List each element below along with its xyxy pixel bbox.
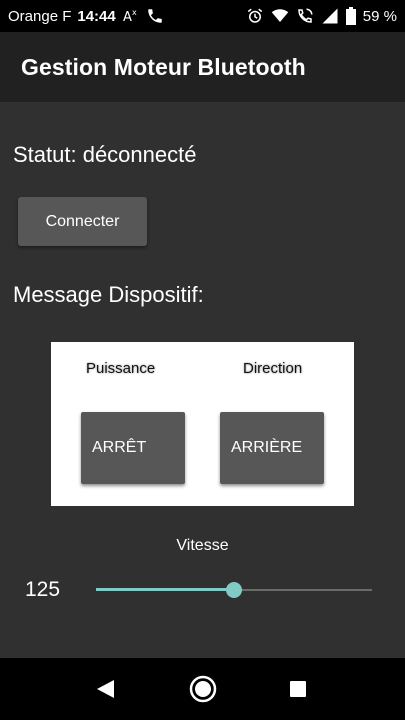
power-toggle-button[interactable]: ARRÊT [81, 412, 185, 484]
speed-value: 125 [25, 578, 61, 601]
alarm-icon [246, 7, 264, 25]
slider-thumb[interactable] [226, 582, 242, 598]
navigation-bar [0, 658, 405, 720]
recent-apps-icon[interactable] [283, 674, 313, 704]
back-icon[interactable] [90, 674, 120, 704]
translate-icon: Ax [122, 7, 140, 25]
wifi-icon [271, 7, 289, 25]
direction-toggle-button[interactable]: ARRIÈRE [220, 412, 324, 484]
app-title: Gestion Moteur Bluetooth [21, 53, 306, 80]
main-content: Statut: déconnecté Connecter Message Dis… [0, 102, 405, 658]
connect-button[interactable]: Connecter [18, 197, 147, 246]
phone-icon [146, 7, 164, 25]
speed-label: Vitesse [176, 537, 229, 554]
slider-fill [96, 588, 234, 591]
app-bar: Gestion Moteur Bluetooth [0, 32, 405, 102]
svg-text:A: A [123, 10, 132, 25]
wifi-call-icon [296, 7, 314, 25]
svg-text:x: x [132, 8, 137, 17]
battery-level: 59 % [362, 7, 397, 25]
speed-slider[interactable] [96, 580, 372, 600]
status-bar: Orange F 14:44 Ax 59 % [0, 0, 405, 32]
direction-label: Direction [243, 360, 303, 377]
clock: 14:44 [77, 7, 116, 25]
battery-icon [345, 7, 356, 25]
carrier-name: Orange F [8, 7, 72, 25]
signal-icon [321, 7, 339, 25]
puissance-label: Puissance [86, 360, 156, 377]
connection-status: Statut: déconnecté [13, 142, 197, 167]
device-message-panel: Puissance Direction ARRÊT ARRIÈRE [51, 342, 354, 506]
home-icon[interactable] [188, 674, 218, 704]
device-message-label: Message Dispositif: [13, 282, 204, 307]
